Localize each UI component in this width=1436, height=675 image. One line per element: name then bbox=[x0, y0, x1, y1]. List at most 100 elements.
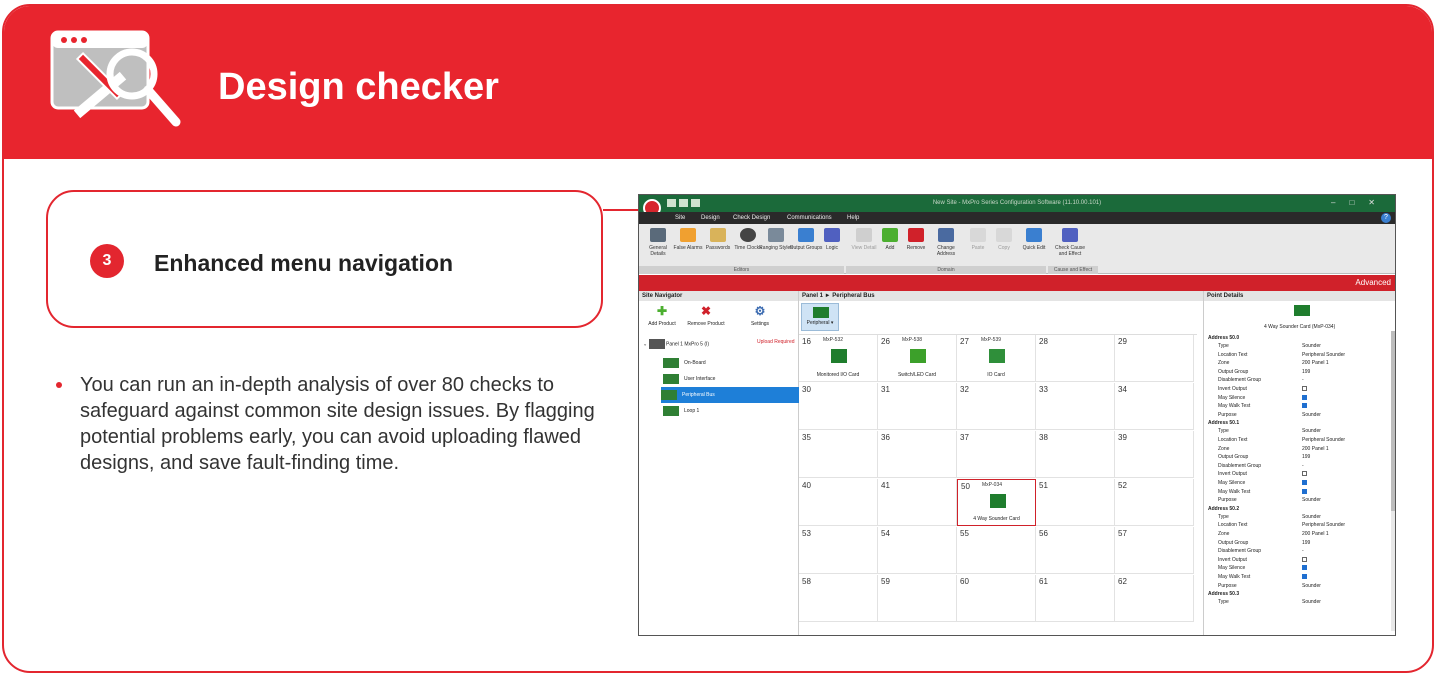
property-value[interactable]: Sounder bbox=[1302, 497, 1321, 503]
checkbox[interactable] bbox=[1302, 488, 1307, 494]
property-value[interactable] bbox=[1302, 488, 1307, 496]
grid-cell[interactable]: 30 bbox=[799, 383, 878, 430]
checkbox[interactable] bbox=[1302, 574, 1307, 579]
grid-cell[interactable]: 59 bbox=[878, 575, 957, 622]
peripheral-dropdown[interactable]: Peripheral ▾ bbox=[801, 303, 839, 331]
nav-item-peripheral-bus[interactable]: Peripheral Bus bbox=[661, 387, 799, 403]
grid-cell[interactable]: 29 bbox=[1115, 335, 1194, 382]
passwords-button[interactable]: Passwords bbox=[701, 228, 735, 251]
nav-item-loop-1[interactable]: Loop 1 bbox=[663, 403, 799, 419]
quick-edit-button[interactable]: Quick Edit bbox=[1017, 228, 1051, 251]
grid-cell[interactable]: 34 bbox=[1115, 383, 1194, 430]
address-section-header[interactable]: Address 50.2 bbox=[1208, 506, 1239, 512]
menu-check-design[interactable]: Check Design bbox=[733, 215, 770, 221]
tree-expander-icon[interactable]: ⌄ bbox=[643, 341, 647, 347]
property-value[interactable]: 199 bbox=[1302, 369, 1310, 375]
grid-cell[interactable]: 52 bbox=[1115, 479, 1194, 526]
property-value[interactable]: Peripheral Sounder bbox=[1302, 352, 1345, 358]
menu-design[interactable]: Design bbox=[701, 215, 720, 221]
change-address-button[interactable]: Change Address bbox=[929, 228, 963, 257]
grid-cell[interactable]: 39 bbox=[1115, 431, 1194, 478]
property-value[interactable]: Peripheral Sounder bbox=[1302, 437, 1345, 443]
checkbox[interactable] bbox=[1302, 403, 1307, 409]
address-section-header[interactable]: Address 50.0 bbox=[1208, 335, 1239, 341]
property-value[interactable]: 199 bbox=[1302, 540, 1310, 546]
grid-cell[interactable]: 33 bbox=[1036, 383, 1115, 430]
grid-cell[interactable]: 36 bbox=[878, 431, 957, 478]
property-value[interactable] bbox=[1302, 556, 1307, 564]
property-value[interactable] bbox=[1302, 403, 1307, 410]
property-value[interactable]: 199 bbox=[1302, 454, 1310, 460]
grid-cell[interactable]: 16 MxP-532 Monitored I/O Card bbox=[799, 335, 878, 382]
grid-cell[interactable]: 50 MxP-034 4 Way Sounder Card bbox=[957, 479, 1036, 526]
grid-cell[interactable]: 38 bbox=[1036, 431, 1115, 478]
copy-button[interactable]: Copy bbox=[987, 228, 1021, 251]
help-icon[interactable]: ? bbox=[1381, 213, 1391, 223]
check-cause-effect-button[interactable]: Check Cause and Effect bbox=[1053, 228, 1087, 257]
property-value[interactable]: Sounder bbox=[1302, 583, 1321, 589]
grid-cell[interactable]: 62 bbox=[1115, 575, 1194, 622]
false-alarms-button[interactable]: False Alarms bbox=[671, 228, 705, 251]
checkbox[interactable] bbox=[1302, 386, 1307, 391]
grid-cell[interactable]: 53 bbox=[799, 527, 878, 574]
property-value[interactable] bbox=[1302, 394, 1307, 402]
remove-product-button[interactable]: ✖ Remove Product bbox=[683, 305, 729, 327]
address-section-header[interactable]: Address 50.1 bbox=[1208, 420, 1239, 426]
nav-item-on-board[interactable]: On-Board bbox=[663, 355, 799, 371]
panel-node[interactable]: ⌄ Panel 1 MxPro 5 (I) bbox=[643, 339, 709, 349]
property-value[interactable] bbox=[1302, 480, 1307, 487]
property-value[interactable]: 200 Panel 1 bbox=[1302, 531, 1329, 537]
property-value[interactable]: - bbox=[1302, 548, 1304, 554]
property-value[interactable]: - bbox=[1302, 463, 1304, 469]
grid-cell[interactable]: 35 bbox=[799, 431, 878, 478]
settings-button[interactable]: ⚙ Settings bbox=[737, 305, 783, 327]
cell-address: 26 bbox=[881, 337, 890, 346]
remove-button[interactable]: Remove bbox=[899, 228, 933, 251]
property-value[interactable]: Sounder bbox=[1302, 514, 1321, 520]
property-value[interactable]: Sounder bbox=[1302, 599, 1321, 605]
grid-cell[interactable]: 58 bbox=[799, 575, 878, 622]
grid-cell[interactable]: 28 bbox=[1036, 335, 1115, 382]
checkbox[interactable] bbox=[1302, 565, 1307, 571]
property-value[interactable]: 200 Panel 1 bbox=[1302, 446, 1329, 452]
grid-cell[interactable]: 32 bbox=[957, 383, 1036, 430]
menu-site[interactable]: Site bbox=[675, 215, 685, 221]
grid-cell[interactable]: 56 bbox=[1036, 527, 1115, 574]
grid-cell[interactable]: 57 bbox=[1115, 527, 1194, 574]
grid-cell[interactable]: 27 MxP-539 IO Card bbox=[957, 335, 1036, 382]
grid-cell[interactable]: 41 bbox=[878, 479, 957, 526]
property-value[interactable] bbox=[1302, 574, 1307, 581]
grid-cell[interactable]: 40 bbox=[799, 479, 878, 526]
ranging-styles-button[interactable]: Ranging Styles bbox=[759, 228, 793, 251]
add-product-button[interactable]: ✚ Add Product bbox=[639, 305, 685, 327]
property-value[interactable]: 200 Panel 1 bbox=[1302, 360, 1329, 366]
checkbox[interactable] bbox=[1302, 556, 1307, 562]
property-value[interactable]: Sounder bbox=[1302, 412, 1321, 418]
logic-button[interactable]: Logic bbox=[815, 228, 849, 251]
cell-address: 56 bbox=[1039, 529, 1048, 538]
grid-cell[interactable]: 54 bbox=[878, 527, 957, 574]
checkbox[interactable] bbox=[1302, 394, 1307, 400]
grid-cell[interactable]: 55 bbox=[957, 527, 1036, 574]
nav-item-user-interface[interactable]: User Interface bbox=[663, 371, 799, 387]
address-section-header[interactable]: Address 50.3 bbox=[1208, 591, 1239, 597]
checkbox[interactable] bbox=[1302, 471, 1307, 477]
window-controls[interactable]: –□✕ bbox=[1331, 198, 1389, 207]
property-value[interactable] bbox=[1302, 565, 1307, 572]
property-value[interactable]: Peripheral Sounder bbox=[1302, 522, 1345, 528]
checkbox[interactable] bbox=[1302, 480, 1307, 485]
grid-cell[interactable]: 37 bbox=[957, 431, 1036, 478]
property-value[interactable]: - bbox=[1302, 377, 1304, 383]
property-value[interactable] bbox=[1302, 386, 1307, 393]
grid-cell[interactable]: 60 bbox=[957, 575, 1036, 622]
grid-cell[interactable]: 31 bbox=[878, 383, 957, 430]
property-value[interactable]: Sounder bbox=[1302, 343, 1321, 349]
general-details-button[interactable]: General Details bbox=[641, 228, 675, 257]
grid-cell[interactable]: 51 bbox=[1036, 479, 1115, 526]
property-value[interactable] bbox=[1302, 471, 1307, 478]
grid-cell[interactable]: 61 bbox=[1036, 575, 1115, 622]
menu-communications[interactable]: Communications bbox=[787, 215, 832, 221]
property-value[interactable]: Sounder bbox=[1302, 428, 1321, 434]
grid-cell[interactable]: 26 MxP-538 Switch/LED Card bbox=[878, 335, 957, 382]
menu-help[interactable]: Help bbox=[847, 215, 859, 221]
